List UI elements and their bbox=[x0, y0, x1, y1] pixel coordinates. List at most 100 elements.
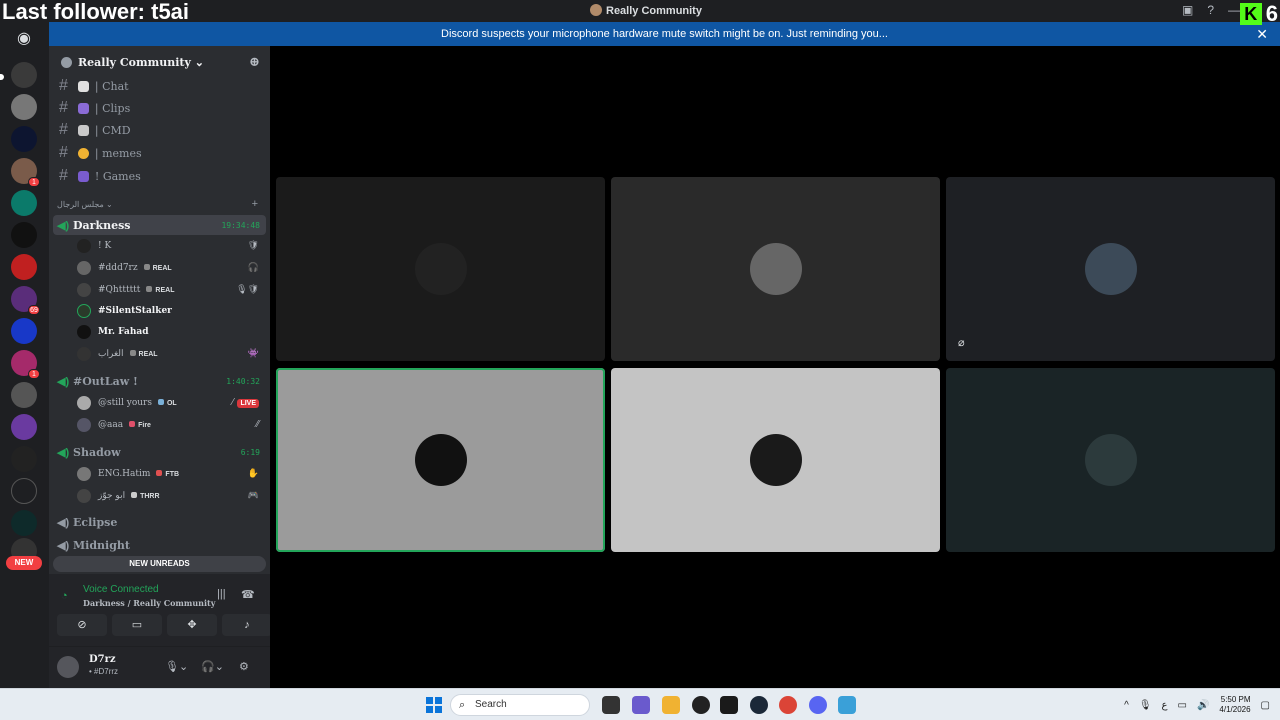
add-member-icon[interactable]: ⊕ bbox=[249, 55, 260, 70]
task-view-icon[interactable] bbox=[602, 696, 620, 714]
participant-tile[interactable] bbox=[276, 177, 605, 361]
voice-member[interactable]: #Qhtttttt REAL 🎙🛡 bbox=[77, 280, 263, 300]
user-panel: D7rz • #D7rrz 🎙⌄ 🎧⌄ ⚙ bbox=[49, 646, 270, 688]
server-icon-6[interactable] bbox=[11, 222, 37, 248]
voice-timer: 6:19 bbox=[240, 447, 260, 457]
steam-icon[interactable] bbox=[750, 696, 768, 714]
server-icon-dev[interactable]: 1 bbox=[11, 350, 40, 379]
live-badge[interactable]: LIVE bbox=[237, 398, 259, 408]
server-icon-1[interactable] bbox=[11, 62, 37, 88]
speaker-icon: ◀) bbox=[57, 516, 70, 529]
channel-clips[interactable]: # | Clips bbox=[57, 98, 262, 118]
app-icon[interactable] bbox=[838, 696, 856, 714]
network-icon[interactable]: ▭ bbox=[1178, 700, 1187, 711]
voice-location[interactable]: Darkness / Really Community bbox=[83, 598, 215, 608]
server-icon-sw[interactable] bbox=[11, 190, 37, 216]
gamepad-icon: 🎮 bbox=[247, 491, 259, 501]
obs-icon[interactable] bbox=[692, 696, 710, 714]
voice-member[interactable]: ENG.Hatim FTB ✋ bbox=[77, 464, 263, 484]
server-icon-9[interactable] bbox=[11, 318, 37, 344]
avatar bbox=[77, 467, 91, 481]
avatar[interactable] bbox=[57, 656, 79, 678]
channel-games[interactable]: # ! Games bbox=[57, 166, 262, 186]
voice-channel-outlaw[interactable]: ◀) #OutLaw ! 1:40:32 bbox=[53, 371, 266, 391]
voice-channel-midnight[interactable]: ◀) Midnight bbox=[53, 535, 266, 555]
channel-emoji-icon bbox=[77, 80, 89, 92]
discord-home-icon[interactable]: ◉ bbox=[12, 28, 36, 48]
tag-icon bbox=[156, 470, 163, 476]
kick-app-icon[interactable] bbox=[720, 696, 738, 714]
minimize-icon[interactable]: — bbox=[1228, 3, 1240, 17]
clock[interactable]: 5:50 PM 4/1/2026 bbox=[1219, 695, 1250, 715]
signal-icon[interactable]: ◔ bbox=[61, 590, 68, 602]
language-icon[interactable]: ع bbox=[1162, 700, 1168, 711]
server-icon-7[interactable] bbox=[11, 254, 37, 280]
server-icon-3[interactable] bbox=[11, 126, 37, 152]
server-icon-15[interactable] bbox=[11, 510, 37, 536]
discord-app-icon[interactable] bbox=[809, 696, 827, 714]
screen-share-icon[interactable]: ▭ bbox=[112, 614, 162, 636]
create-channel-icon[interactable]: + bbox=[252, 198, 258, 210]
taskbar-search[interactable]: ⌕ Search bbox=[450, 694, 590, 716]
category-header[interactable]: مجلس الرجال ⌄ bbox=[57, 200, 113, 209]
voice-member[interactable]: @aaa Fire ⁄⁄ bbox=[77, 415, 263, 435]
volume-icon[interactable]: 🔊 bbox=[1197, 700, 1209, 711]
voice-member[interactable]: ! K 🛡 bbox=[77, 236, 263, 256]
voice-member[interactable]: ابو جوّز THRR 🎮 bbox=[77, 486, 263, 506]
member-name: @still yours bbox=[98, 398, 152, 408]
camera-off-icon[interactable]: ⊘ bbox=[57, 614, 107, 636]
tag-icon bbox=[157, 399, 164, 405]
member-status-icons: 👾 bbox=[247, 349, 259, 359]
copilot-icon[interactable] bbox=[632, 696, 650, 714]
voice-member[interactable]: @still yours OL ⁄ LIVE bbox=[77, 393, 263, 413]
participant-tile[interactable] bbox=[611, 368, 940, 552]
voice-channel-darkness[interactable]: ◀) Darkness 19:34:48 bbox=[53, 215, 266, 235]
file-explorer-icon[interactable] bbox=[662, 696, 680, 714]
chrome-icon[interactable] bbox=[779, 696, 797, 714]
server-icon-2[interactable] bbox=[11, 94, 37, 120]
chevron-up-icon[interactable]: ^ bbox=[1124, 700, 1129, 711]
server-icon-8[interactable]: 69 bbox=[11, 286, 40, 315]
microphone-icon[interactable]: 🎙 bbox=[1139, 700, 1152, 711]
voice-channel-eclipse[interactable]: ◀) Eclipse bbox=[53, 512, 266, 532]
new-unreads-button[interactable]: NEW UNREADS bbox=[53, 556, 266, 572]
server-icon-12[interactable] bbox=[11, 414, 37, 440]
windows-start-icon[interactable] bbox=[426, 697, 442, 713]
system-tray: ^ 🎙 ع ▭ 🔊 5:50 PM 4/1/2026 ▢ bbox=[1124, 689, 1280, 720]
server-icon-14[interactable] bbox=[11, 478, 37, 504]
voice-channel-shadow[interactable]: ◀) Shadow 6:19 bbox=[53, 442, 266, 462]
voice-member[interactable]: #SilentStalker bbox=[77, 301, 263, 321]
channel-memes[interactable]: # | memes bbox=[57, 143, 262, 163]
member-tag: FTB bbox=[156, 470, 179, 478]
server-icon-11[interactable] bbox=[11, 382, 37, 408]
noise-suppression-icon[interactable]: ||| bbox=[217, 588, 226, 600]
voice-member[interactable]: الغراب REAL 👾 bbox=[77, 344, 263, 364]
voice-member[interactable]: Mr. Fahad bbox=[77, 322, 263, 342]
voice-channel-label: Midnight bbox=[73, 538, 130, 552]
disconnect-icon[interactable]: ☎ bbox=[241, 588, 255, 601]
member-name: ابو جوّز bbox=[98, 491, 126, 501]
channel-cmd[interactable]: # | CMD bbox=[57, 120, 262, 140]
server-icon-13[interactable] bbox=[11, 446, 37, 472]
participant-tile[interactable] bbox=[946, 368, 1275, 552]
channel-chat[interactable]: # | Chat bbox=[57, 76, 262, 96]
soundboard-icon[interactable]: ♪ bbox=[222, 614, 272, 636]
participant-tile[interactable]: ⌀ bbox=[946, 177, 1275, 361]
voice-channel-label: Eclipse bbox=[73, 515, 118, 529]
microphone-icon[interactable]: 🎙⌄ bbox=[165, 660, 188, 673]
gear-icon[interactable]: ⚙ bbox=[239, 660, 249, 673]
participant-tile-speaking[interactable] bbox=[276, 368, 605, 552]
hash-icon: # bbox=[59, 121, 68, 138]
notification-icon[interactable]: ▢ bbox=[1261, 700, 1270, 711]
new-unreads-rail-badge[interactable]: NEW bbox=[6, 556, 42, 570]
activities-icon[interactable]: ✥ bbox=[167, 614, 217, 636]
server-header[interactable]: Really Community ⌄ ⊕ bbox=[49, 46, 270, 78]
inbox-icon[interactable]: ▣ bbox=[1182, 3, 1193, 17]
speaker-icon: ◀) bbox=[57, 446, 70, 459]
server-icon-4[interactable]: 1 bbox=[11, 158, 40, 187]
headphones-icon[interactable]: 🎧⌄ bbox=[201, 660, 224, 673]
participant-tile[interactable] bbox=[611, 177, 940, 361]
voice-member[interactable]: #ddd7rz REAL 🎧 bbox=[77, 258, 263, 278]
voice-channel-label: Darkness bbox=[73, 218, 131, 232]
help-icon[interactable]: ? bbox=[1207, 3, 1214, 17]
